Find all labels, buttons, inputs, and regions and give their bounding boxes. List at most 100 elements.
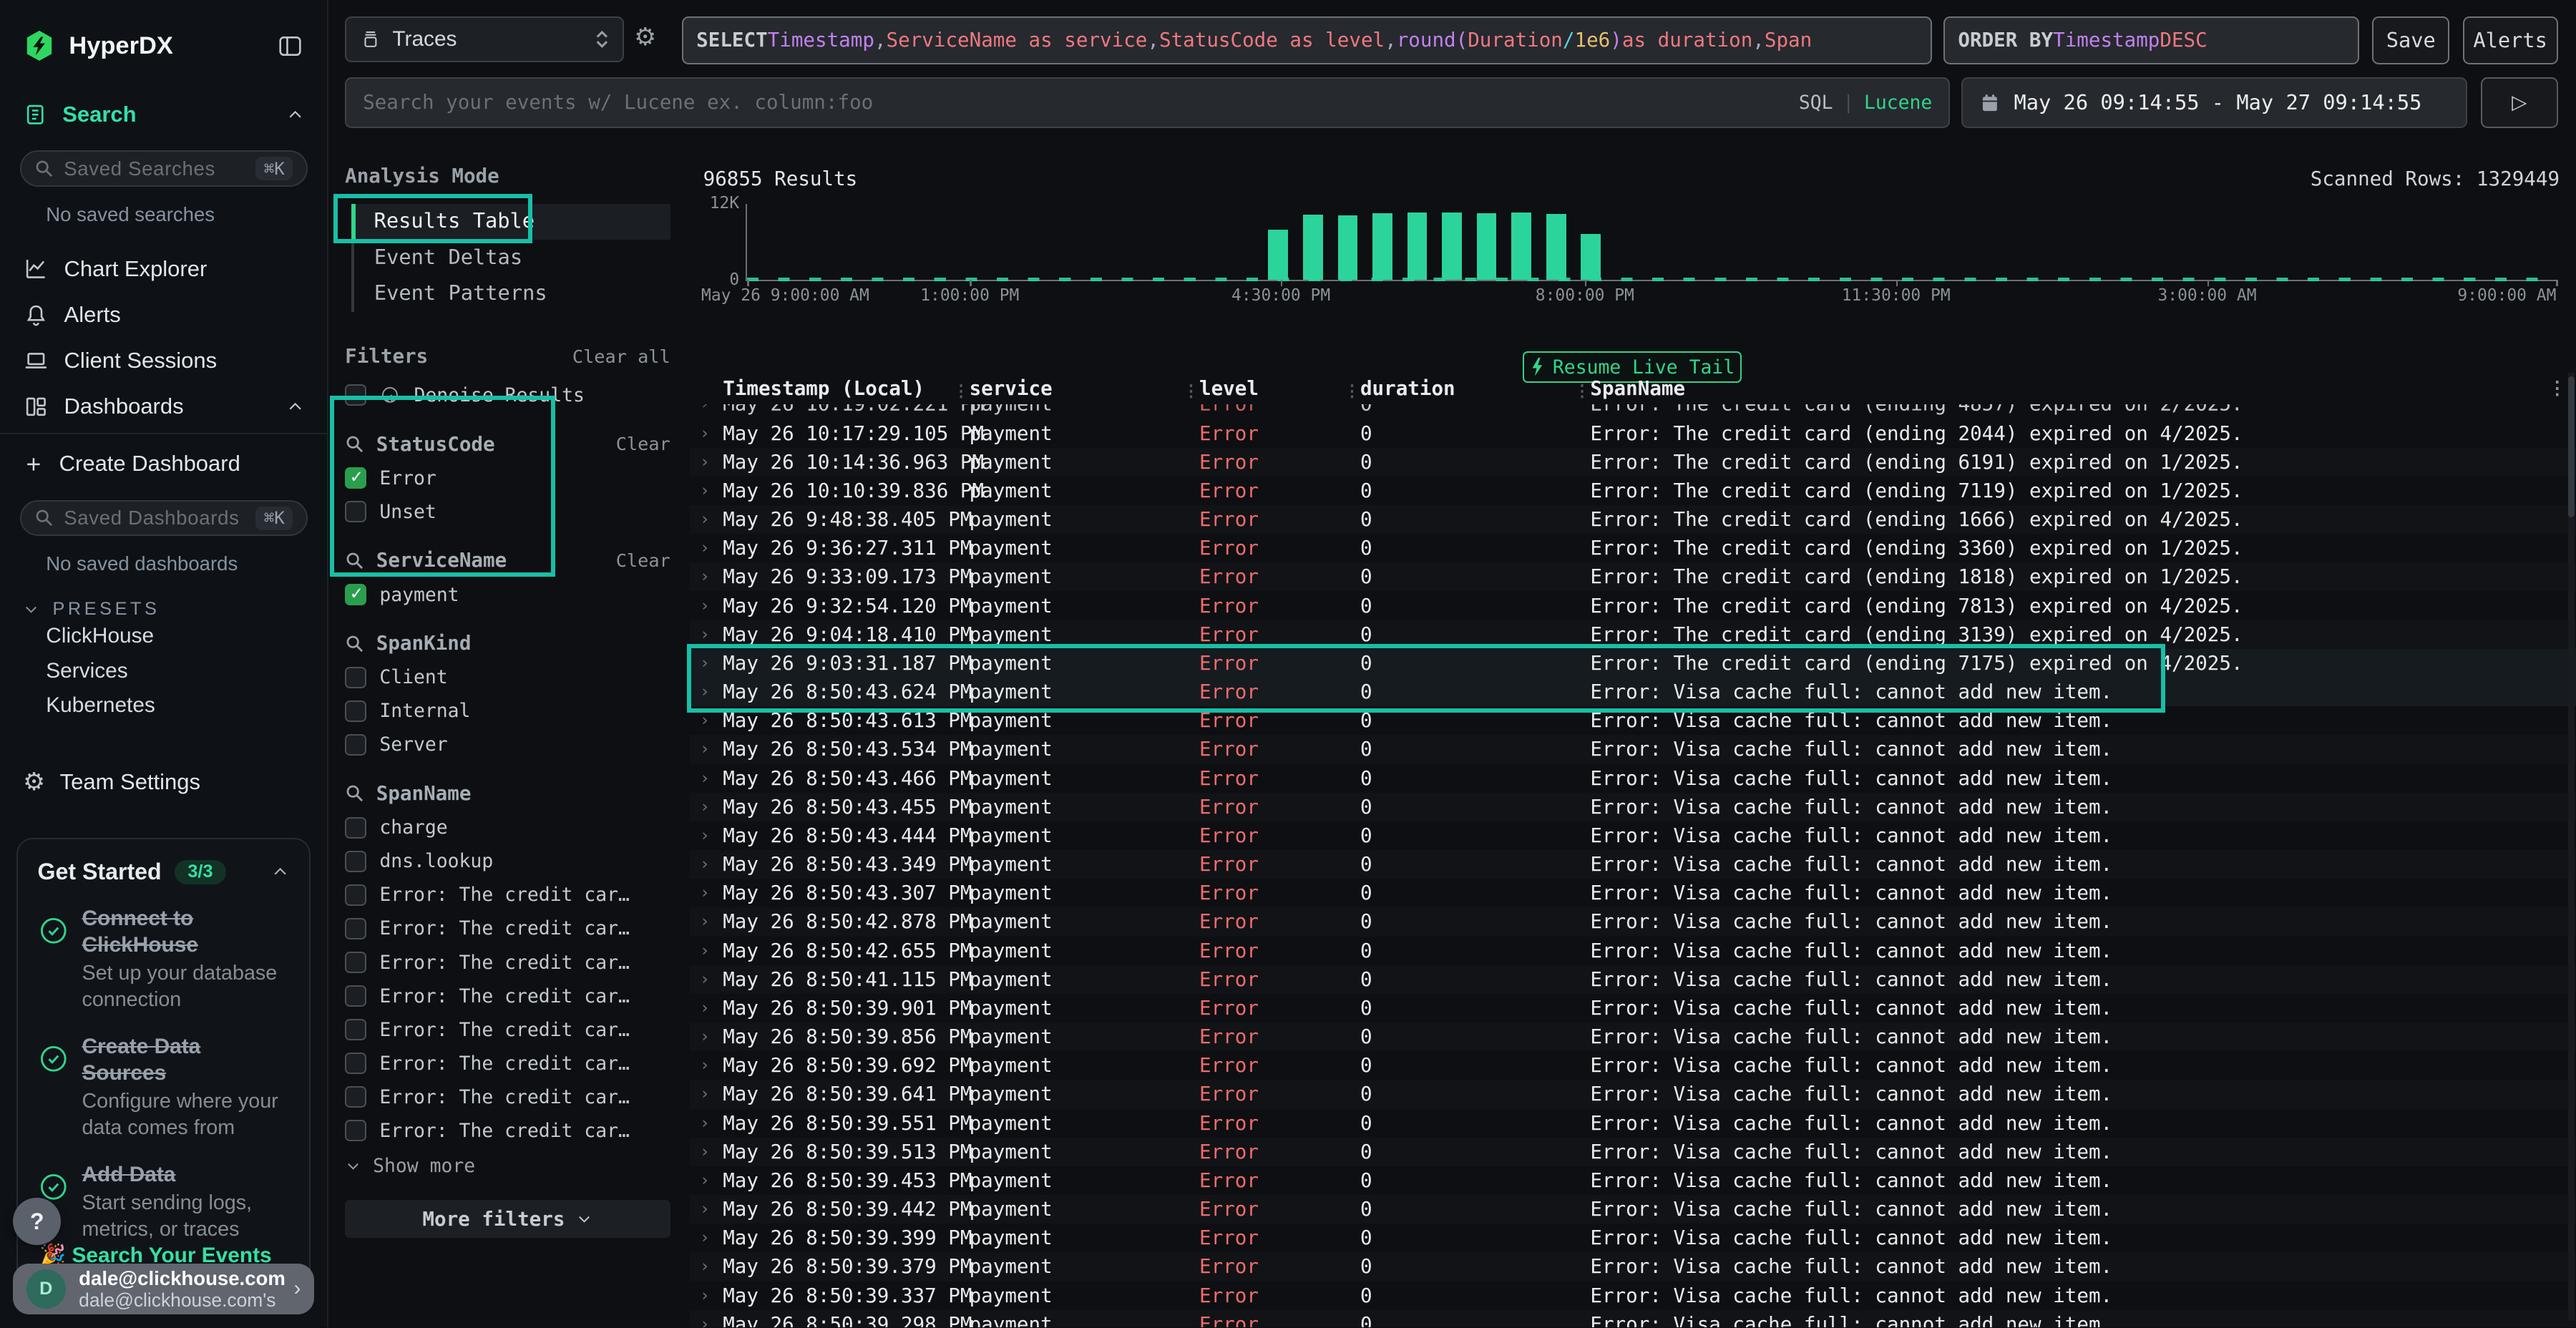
table-row[interactable]: ›May 26 8:50:43.534 PMpaymentError0Error…	[690, 735, 2576, 763]
filter-option[interactable]: Internal	[345, 700, 670, 722]
sidebar-item-team-settings[interactable]: ⚙ Team Settings	[0, 759, 327, 805]
search-icon[interactable]	[345, 434, 365, 454]
checkbox[interactable]	[345, 851, 366, 872]
table-row[interactable]: ›May 26 8:50:43.466 PMpaymentError0Error…	[690, 763, 2576, 792]
saved-searches-input[interactable]: Saved Searches ⌘K	[20, 150, 308, 187]
row-expand-icon[interactable]: ›	[696, 1143, 723, 1161]
checkbox[interactable]	[345, 584, 366, 605]
sql-select-input[interactable]: SELECT Timestamp, ServiceName as service…	[682, 16, 1932, 64]
filter-option[interactable]: Error: The credit card …	[345, 917, 670, 939]
table-row[interactable]: ›May 26 8:50:39.298 PMpaymentError0Error…	[690, 1310, 2576, 1327]
row-expand-icon[interactable]: ›	[696, 683, 723, 701]
column-separator[interactable]: ⋮	[1344, 382, 1360, 401]
save-button[interactable]: Save	[2372, 16, 2449, 64]
alerts-button[interactable]: Alerts	[2463, 16, 2558, 64]
column-header-spanname[interactable]: ⋮SpanName	[1590, 377, 2576, 400]
sidebar-item-dashboards[interactable]: Dashboards	[0, 384, 327, 429]
saved-dashboards-input[interactable]: Saved Dashboards ⌘K	[20, 500, 308, 537]
sidebar-collapse-icon[interactable]	[276, 32, 304, 60]
clear-filter-link[interactable]: Clear	[616, 434, 670, 454]
search-icon[interactable]	[345, 551, 365, 571]
table-row[interactable]: ›May 26 8:50:41.115 PMpaymentError0Error…	[690, 965, 2576, 994]
order-by-input[interactable]: ORDER BY Timestamp DESC	[1943, 16, 2359, 64]
row-expand-icon[interactable]: ›	[696, 539, 723, 557]
checkbox[interactable]	[345, 884, 366, 906]
analysis-mode-results-table[interactable]: Results Table	[351, 204, 670, 240]
row-expand-icon[interactable]: ›	[696, 912, 723, 931]
filter-option[interactable]: Error: The credit card …	[345, 1053, 670, 1075]
checkbox[interactable]	[345, 384, 366, 406]
get-started-item[interactable]: Connect to ClickHouseSet up your databas…	[38, 905, 290, 1014]
histogram-bar[interactable]	[1442, 213, 1462, 280]
scrollbar[interactable]	[2568, 373, 2575, 1321]
row-expand-icon[interactable]: ›	[696, 1114, 723, 1133]
table-row[interactable]: ›May 26 8:50:39.641 PMpaymentError0Error…	[690, 1080, 2576, 1108]
filter-option[interactable]: Error: The credit card …	[345, 1120, 670, 1142]
row-expand-icon[interactable]: ›	[696, 625, 723, 644]
table-row[interactable]: ›May 26 8:50:43.624 PMpaymentError0Error…	[690, 678, 2576, 706]
checkbox[interactable]	[345, 1053, 366, 1074]
table-row[interactable]: ›May 26 8:50:43.349 PMpaymentError0Error…	[690, 850, 2576, 879]
table-row[interactable]: ›May 26 9:03:31.187 PMpaymentError0Error…	[690, 649, 2576, 678]
sidebar-item-clickhouse[interactable]: ClickHouse	[0, 620, 327, 654]
row-expand-icon[interactable]: ›	[696, 1229, 723, 1247]
row-expand-icon[interactable]: ›	[696, 1027, 723, 1046]
row-expand-icon[interactable]: ›	[696, 855, 723, 874]
histogram-bar[interactable]	[1511, 213, 1531, 280]
table-row[interactable]: ›May 26 10:17:29.105 PMpaymentError0Erro…	[690, 419, 2576, 447]
more-filters-button[interactable]: More filters	[345, 1200, 670, 1238]
table-row[interactable]: ›May 26 9:48:38.405 PMpaymentError0Error…	[690, 505, 2576, 534]
clear-filter-link[interactable]: Clear	[616, 550, 670, 571]
histogram-bar[interactable]	[1268, 230, 1288, 280]
table-row[interactable]: ›May 26 8:50:42.655 PMpaymentError0Error…	[690, 937, 2576, 965]
histogram-bar[interactable]	[1546, 214, 1566, 280]
analysis-mode-event-patterns[interactable]: Event Patterns	[351, 276, 670, 313]
row-expand-icon[interactable]: ›	[696, 510, 723, 529]
histogram-bar[interactable]	[1407, 213, 1428, 280]
user-menu[interactable]: D dale@clickhouse.com dale@clickhouse.co…	[13, 1264, 313, 1314]
filter-option[interactable]: payment	[345, 584, 670, 606]
checkbox[interactable]	[345, 501, 366, 522]
sidebar-item-client-sessions[interactable]: Client Sessions	[0, 338, 327, 384]
row-expand-icon[interactable]: ›	[696, 1257, 723, 1276]
checkbox[interactable]	[345, 952, 366, 973]
table-row[interactable]: ›May 26 10:10:39.836 PMpaymentError0Erro…	[690, 477, 2576, 505]
table-row[interactable]: ›May 26 9:32:54.120 PMpaymentError0Error…	[690, 591, 2576, 620]
histogram-bar[interactable]	[1338, 215, 1358, 279]
row-expand-icon[interactable]: ›	[696, 740, 723, 758]
table-row[interactable]: ›May 26 9:36:27.311 PMpaymentError0Error…	[690, 534, 2576, 562]
search-icon[interactable]	[345, 783, 365, 804]
language-toggle-lucene[interactable]: Lucene	[1864, 92, 1932, 114]
column-header-service[interactable]: ⋮service	[970, 377, 1199, 400]
filter-option[interactable]: Error: The credit card …	[345, 884, 670, 906]
date-range-picker[interactable]: May 26 09:14:55 - May 27 09:14:55	[1961, 77, 2467, 128]
scrollbar-thumb[interactable]	[2568, 376, 2575, 517]
row-expand-icon[interactable]: ›	[696, 970, 723, 989]
table-row[interactable]: ›May 26 8:50:42.878 PMpaymentError0Error…	[690, 907, 2576, 936]
table-row[interactable]: ›May 26 8:50:39.692 PMpaymentError0Error…	[690, 1051, 2576, 1080]
language-toggle-sql[interactable]: SQL	[1799, 92, 1833, 114]
table-row[interactable]: ›May 26 9:04:18.410 PMpaymentError0Error…	[690, 620, 2576, 649]
table-row[interactable]: ›May 26 8:50:39.453 PMpaymentError0Error…	[690, 1166, 2576, 1195]
help-button[interactable]: ?	[13, 1198, 61, 1246]
table-row[interactable]: ›May 26 8:50:39.856 PMpaymentError0Error…	[690, 1022, 2576, 1051]
checkbox[interactable]	[345, 1019, 366, 1040]
chevron-up-icon[interactable]	[271, 863, 289, 881]
filter-option[interactable]: Error: The credit card …	[345, 952, 670, 974]
table-row[interactable]: ›May 26 8:50:43.444 PMpaymentError0Error…	[690, 821, 2576, 850]
row-expand-icon[interactable]: ›	[696, 769, 723, 788]
table-row[interactable]: ›May 26 8:50:43.455 PMpaymentError0Error…	[690, 793, 2576, 821]
table-row[interactable]: ›May 26 8:50:39.379 PMpaymentError0Error…	[690, 1252, 2576, 1281]
table-options-icon[interactable]: ⋮	[2548, 378, 2566, 399]
chevron-up-icon[interactable]	[286, 398, 304, 416]
row-expand-icon[interactable]: ›	[696, 424, 723, 443]
filter-option[interactable]: Error	[345, 467, 670, 489]
column-header-timestamp[interactable]: Timestamp (Local)	[723, 377, 969, 400]
presets-header[interactable]: PRESETS	[23, 599, 327, 620]
checkbox[interactable]	[345, 1086, 366, 1108]
filter-option[interactable]: charge	[345, 816, 670, 839]
row-expand-icon[interactable]: ›	[696, 1056, 723, 1075]
checkbox[interactable]	[345, 985, 366, 1007]
row-expand-icon[interactable]: ›	[696, 999, 723, 1017]
row-expand-icon[interactable]: ›	[696, 453, 723, 472]
